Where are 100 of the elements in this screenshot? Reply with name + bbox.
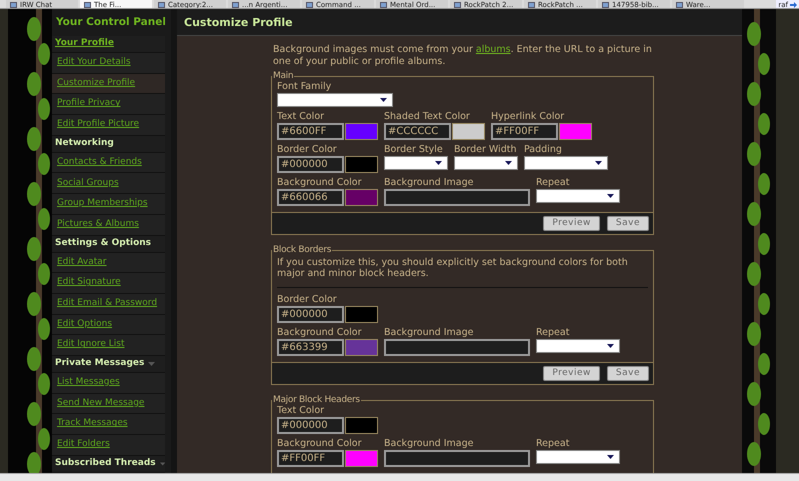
dropdown-caret-icon	[607, 194, 614, 198]
field-label: Repeat	[536, 177, 570, 188]
field-label: Hyperlink Color	[491, 111, 566, 122]
section-heading: Networking	[55, 137, 114, 150]
color-swatch[interactable]	[345, 417, 378, 434]
page-icon	[676, 2, 683, 8]
section-heading: Settings & Options	[55, 236, 152, 250]
color-input[interactable]: #660066	[277, 189, 344, 206]
dropdown[interactable]	[536, 450, 620, 464]
field-label: Padding	[524, 144, 563, 155]
dropdown[interactable]	[277, 93, 393, 107]
image-url-input[interactable]	[384, 189, 530, 206]
field-label: Border Width	[454, 144, 518, 155]
right-arrow-icon[interactable]	[790, 2, 797, 8]
field-label: Repeat	[536, 327, 570, 338]
group-legend: Main	[272, 71, 294, 81]
sidebar-link[interactable]: Edit Your Details	[52, 53, 165, 74]
sidebar-link[interactable]: Contacts & Friends	[52, 152, 165, 174]
field-label: Shaded Text Color	[384, 111, 471, 122]
sidebar-link[interactable]: Pictures & Albums	[52, 214, 165, 236]
dropdown[interactable]	[384, 156, 448, 170]
sidebar-link[interactable]: Social Groups	[52, 173, 165, 194]
action-button[interactable]: Save	[606, 216, 649, 231]
color-swatch[interactable]	[345, 189, 378, 206]
color-swatch[interactable]	[345, 450, 378, 467]
page-icon	[158, 2, 165, 8]
page-icon	[10, 2, 17, 8]
dropdown-caret-icon	[380, 98, 387, 102]
sidebar-title: Your Control Panel	[52, 9, 165, 36]
color-input[interactable]: #000000	[277, 156, 344, 173]
page-icon	[232, 2, 239, 8]
page-icon	[84, 2, 91, 8]
field-label: Border Color	[277, 294, 338, 305]
sidebar-link[interactable]: Edit Email & Password	[52, 294, 165, 315]
color-input[interactable]: #CCCCCC	[384, 123, 451, 140]
page-icon	[306, 2, 313, 8]
image-url-input[interactable]	[384, 339, 530, 356]
group-note: If you customize this, you should explicitly set background colors for both major and minor block headers.	[277, 257, 629, 279]
field-label: Border Color	[277, 144, 338, 155]
color-swatch[interactable]	[345, 306, 378, 323]
field-label: Border Style	[384, 144, 444, 155]
field-label: Text Color	[277, 405, 326, 416]
sidebar-link[interactable]: Customize Profile	[52, 74, 165, 94]
field-label: Background Color	[277, 177, 362, 188]
collapse-icon	[160, 462, 165, 466]
page-icon	[528, 2, 535, 8]
dropdown-caret-icon	[505, 161, 512, 165]
sidebar-link[interactable]: Edit Options	[52, 314, 165, 336]
dropdown-caret-icon	[595, 161, 602, 165]
group-legend: Major Block Headers	[272, 395, 361, 405]
color-swatch[interactable]	[345, 123, 378, 140]
dropdown[interactable]	[524, 156, 608, 170]
field-label: Background Image	[384, 327, 474, 338]
field-label: Font Family	[277, 81, 332, 92]
field-label: Text Color	[277, 111, 326, 122]
color-input[interactable]: #FF00FF	[277, 450, 344, 467]
sidebar-link[interactable]: Edit Folders	[52, 435, 165, 456]
sidebar-link[interactable]: Profile Privacy	[52, 94, 165, 116]
sidebar-link[interactable]: Edit Ignore List	[52, 335, 165, 356]
image-url-input[interactable]	[384, 450, 530, 467]
section-heading: Private Messages	[55, 357, 144, 370]
page-icon	[602, 2, 609, 8]
collapse-icon	[148, 362, 156, 366]
group-legend: Block Borders	[272, 245, 332, 255]
action-button[interactable]: Preview	[543, 366, 600, 381]
color-input[interactable]: #000000	[277, 306, 344, 323]
dropdown-caret-icon	[607, 344, 614, 348]
sidebar-link[interactable]: Edit Profile Picture	[52, 115, 165, 136]
intro-text: Background images must come from your albums. Enter the URL to a picture in one of your public or profile albums.	[272, 44, 653, 68]
dropdown[interactable]	[454, 156, 518, 170]
color-swatch[interactable]	[559, 123, 592, 140]
field-label: Background Color	[277, 327, 362, 338]
sidebar-link[interactable]: Send New Message	[52, 394, 165, 414]
field-label: Background Color	[277, 438, 362, 449]
dropdown-caret-icon	[435, 161, 442, 165]
sidebar-link[interactable]: List Messages	[52, 372, 165, 394]
color-input[interactable]: #6600FF	[277, 123, 344, 140]
dropdown[interactable]	[536, 339, 620, 353]
action-button[interactable]: Save	[606, 366, 649, 381]
albums-link[interactable]: albums	[476, 44, 511, 55]
color-swatch[interactable]	[345, 156, 378, 173]
section-heading: Subscribed Threads	[55, 456, 156, 470]
color-input[interactable]: #FF00FF	[491, 123, 558, 140]
dropdown[interactable]	[536, 189, 620, 203]
field-label: Repeat	[536, 438, 570, 449]
action-button[interactable]: Preview	[543, 216, 600, 231]
sidebar-link[interactable]: Group Memberships	[52, 194, 165, 215]
sidebar-link[interactable]: Edit Signature	[52, 273, 165, 294]
section-heading-link[interactable]: Your Profile	[55, 37, 114, 51]
color-swatch[interactable]	[345, 339, 378, 356]
field-label: Background Image	[384, 438, 474, 449]
color-input[interactable]: #000000	[277, 417, 344, 434]
sidebar-link[interactable]: Track Messages	[52, 414, 165, 435]
sidebar-link[interactable]: Edit Avatar	[52, 252, 165, 274]
field-label: Background Image	[384, 177, 474, 188]
dropdown-caret-icon	[607, 455, 614, 459]
page-icon	[454, 2, 461, 8]
color-input[interactable]: #663399	[277, 339, 344, 356]
page-title: Customize Profile	[177, 9, 742, 36]
color-swatch[interactable]	[452, 123, 485, 140]
